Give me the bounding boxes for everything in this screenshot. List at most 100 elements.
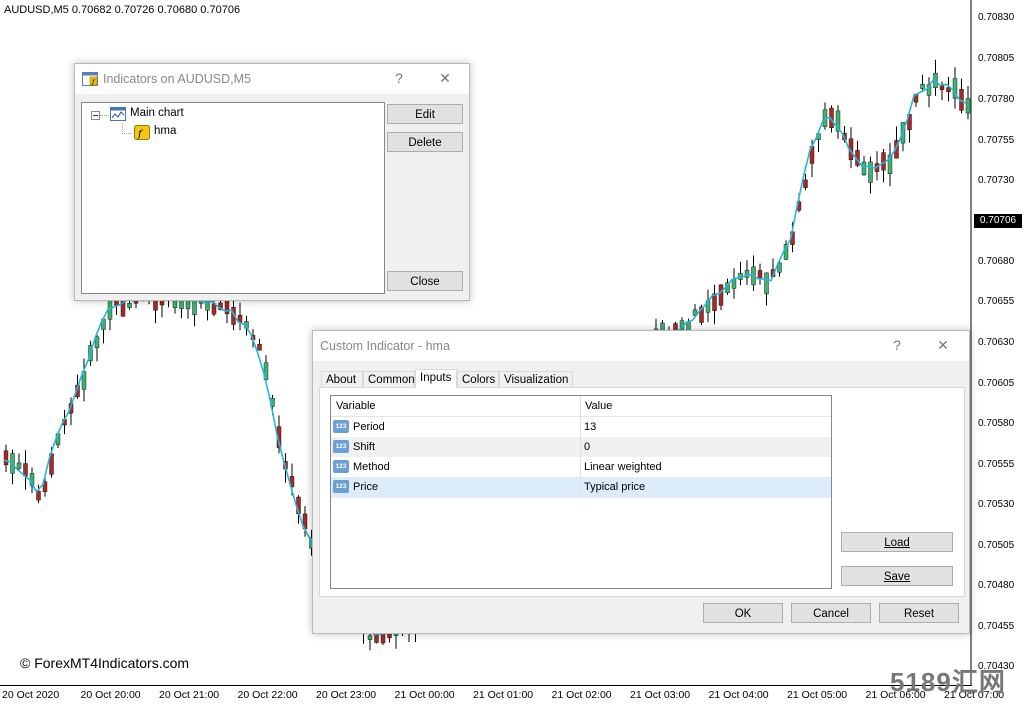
candle bbox=[861, 161, 867, 176]
column-divider bbox=[580, 396, 581, 498]
candle bbox=[965, 98, 971, 114]
load-button[interactable]: Load bbox=[841, 532, 953, 552]
time-tick: 21 Oct 01:00 bbox=[473, 689, 534, 701]
indicators-dialog: f Indicators on AUDUSD,M5 ? ✕ Main chart… bbox=[74, 63, 470, 301]
inputs-grid[interactable]: Variable Value 123 Period 13 123 Shift 0… bbox=[330, 395, 832, 589]
inputs-panel: Variable Value 123 Period 13 123 Shift 0… bbox=[319, 387, 965, 597]
time-tick: 20 Oct 2020 bbox=[2, 689, 60, 701]
time-tick: 20 Oct 23:00 bbox=[316, 689, 377, 701]
price-tick: 0.70530 bbox=[978, 499, 1015, 510]
ok-button[interactable]: OK bbox=[703, 603, 783, 623]
table-row[interactable]: 123 Shift 0 bbox=[331, 437, 831, 458]
price-tick: 0.70505 bbox=[978, 540, 1015, 551]
reset-button[interactable]: Reset bbox=[879, 603, 959, 623]
time-tick: 21 Oct 03:00 bbox=[630, 689, 691, 701]
custom-indicator-dialog: Custom Indicator - hma ? ✕ About Common … bbox=[312, 330, 970, 634]
custom-indicator-title: Custom Indicator - hma bbox=[320, 339, 450, 353]
candle bbox=[127, 303, 132, 308]
cancel-button[interactable]: Cancel bbox=[791, 603, 871, 623]
load-label: Load bbox=[884, 537, 910, 549]
custom-indicator-icon: f bbox=[134, 125, 150, 140]
indicators-dialog-title: Indicators on AUDUSD,M5 bbox=[103, 72, 251, 86]
help-button[interactable]: ? bbox=[389, 70, 409, 86]
price-tick: 0.70630 bbox=[978, 337, 1015, 348]
close-icon[interactable]: ✕ bbox=[933, 337, 953, 354]
candle bbox=[731, 278, 737, 289]
variable-value[interactable]: 13 bbox=[584, 421, 596, 433]
time-tick: 20 Oct 22:00 bbox=[237, 689, 298, 701]
candle bbox=[757, 270, 763, 280]
price-tick: 0.70805 bbox=[978, 53, 1015, 64]
tab-colors[interactable]: Colors bbox=[457, 371, 499, 387]
price-tick: 0.70680 bbox=[978, 256, 1015, 267]
price-tick: 0.70555 bbox=[978, 459, 1015, 470]
candle bbox=[224, 300, 230, 315]
close-button[interactable]: Close bbox=[387, 271, 463, 291]
tab-inputs[interactable]: Inputs bbox=[415, 369, 457, 388]
price-tick: 0.70755 bbox=[978, 135, 1015, 146]
candle bbox=[764, 272, 769, 295]
candle bbox=[718, 284, 724, 306]
candle bbox=[36, 490, 41, 501]
number-icon: 123 bbox=[333, 420, 349, 433]
number-icon: 123 bbox=[333, 460, 349, 473]
time-tick: 21 Oct 05:00 bbox=[787, 689, 848, 701]
close-icon[interactable]: ✕ bbox=[435, 70, 455, 87]
time-tick: 20 Oct 21:00 bbox=[159, 689, 220, 701]
variable-value[interactable]: Linear weighted bbox=[584, 461, 662, 473]
site-watermark: 5189汇网 bbox=[890, 667, 1006, 697]
save-label: Save bbox=[883, 571, 911, 583]
variable-value[interactable]: 0 bbox=[584, 441, 590, 453]
variable-value[interactable]: Typical price bbox=[584, 481, 645, 493]
price-axis: 0.70830 0.70805 0.70780 0.70755 0.70730 0.706… bbox=[972, 0, 1024, 686]
column-variable[interactable]: Variable bbox=[336, 400, 376, 412]
candle bbox=[367, 635, 373, 640]
table-row[interactable]: 123 Period 13 bbox=[331, 417, 831, 438]
tree-item-main-chart[interactable]: Main chart bbox=[130, 107, 184, 119]
variable-name: Shift bbox=[353, 441, 376, 453]
price-tick: 0.70580 bbox=[978, 418, 1015, 429]
tab-common[interactable]: Common bbox=[363, 371, 415, 387]
tab-about[interactable]: About bbox=[321, 371, 363, 387]
candle bbox=[257, 344, 262, 351]
indicator-tree[interactable]: Main chart f hma bbox=[81, 102, 385, 294]
variable-name: Price bbox=[353, 481, 379, 493]
indicator-list-icon: f bbox=[82, 72, 98, 86]
price-tick: 0.70780 bbox=[978, 94, 1015, 105]
main-chart-icon bbox=[110, 107, 126, 121]
price-tick: 0.70455 bbox=[978, 621, 1015, 632]
column-value[interactable]: Value bbox=[585, 400, 612, 412]
time-tick: 21 Oct 00:00 bbox=[394, 689, 455, 701]
variable-name: Period bbox=[353, 421, 385, 433]
candle bbox=[803, 179, 808, 188]
table-row-selected[interactable]: 123 Price Typical price bbox=[331, 477, 831, 498]
candle bbox=[868, 161, 873, 183]
current-price-label: 0.70706 bbox=[974, 214, 1022, 228]
candle bbox=[712, 293, 717, 312]
grid-header: Variable Value bbox=[331, 396, 831, 417]
candle bbox=[920, 83, 925, 89]
custom-indicator-titlebar[interactable]: Custom Indicator - hma ? ✕ bbox=[313, 331, 969, 361]
candle bbox=[3, 450, 9, 466]
price-tick: 0.70655 bbox=[978, 296, 1015, 307]
time-tick: 20 Oct 20:00 bbox=[80, 689, 141, 701]
edit-button[interactable]: Edit bbox=[387, 104, 463, 124]
save-button[interactable]: Save bbox=[841, 566, 953, 586]
table-row[interactable]: 123 Method Linear weighted bbox=[331, 457, 831, 478]
time-tick: 21 Oct 04:00 bbox=[708, 689, 769, 701]
delete-button[interactable]: Delete bbox=[387, 132, 463, 152]
time-axis: 20 Oct 2020 20 Oct 20:00 20 Oct 21:00 20 Oc… bbox=[0, 686, 1004, 705]
price-tick: 0.70730 bbox=[978, 175, 1015, 186]
tab-visualization[interactable]: Visualization bbox=[499, 371, 573, 387]
time-tick: 21 Oct 02:00 bbox=[551, 689, 612, 701]
price-tick: 0.70830 bbox=[978, 12, 1015, 23]
variable-name: Method bbox=[353, 461, 390, 473]
help-button[interactable]: ? bbox=[887, 337, 907, 353]
price-tick: 0.70480 bbox=[978, 580, 1015, 591]
number-icon: 123 bbox=[333, 440, 349, 453]
indicators-dialog-titlebar[interactable]: f Indicators on AUDUSD,M5 ? ✕ bbox=[75, 64, 469, 94]
watermark: © ForexMT4Indicators.com bbox=[20, 655, 190, 671]
tree-item-hma[interactable]: hma bbox=[154, 125, 176, 137]
number-icon: 123 bbox=[333, 480, 349, 493]
chart-header: AUDUSD,M5 0.70682 0.70726 0.70680 0.7070… bbox=[4, 4, 241, 16]
